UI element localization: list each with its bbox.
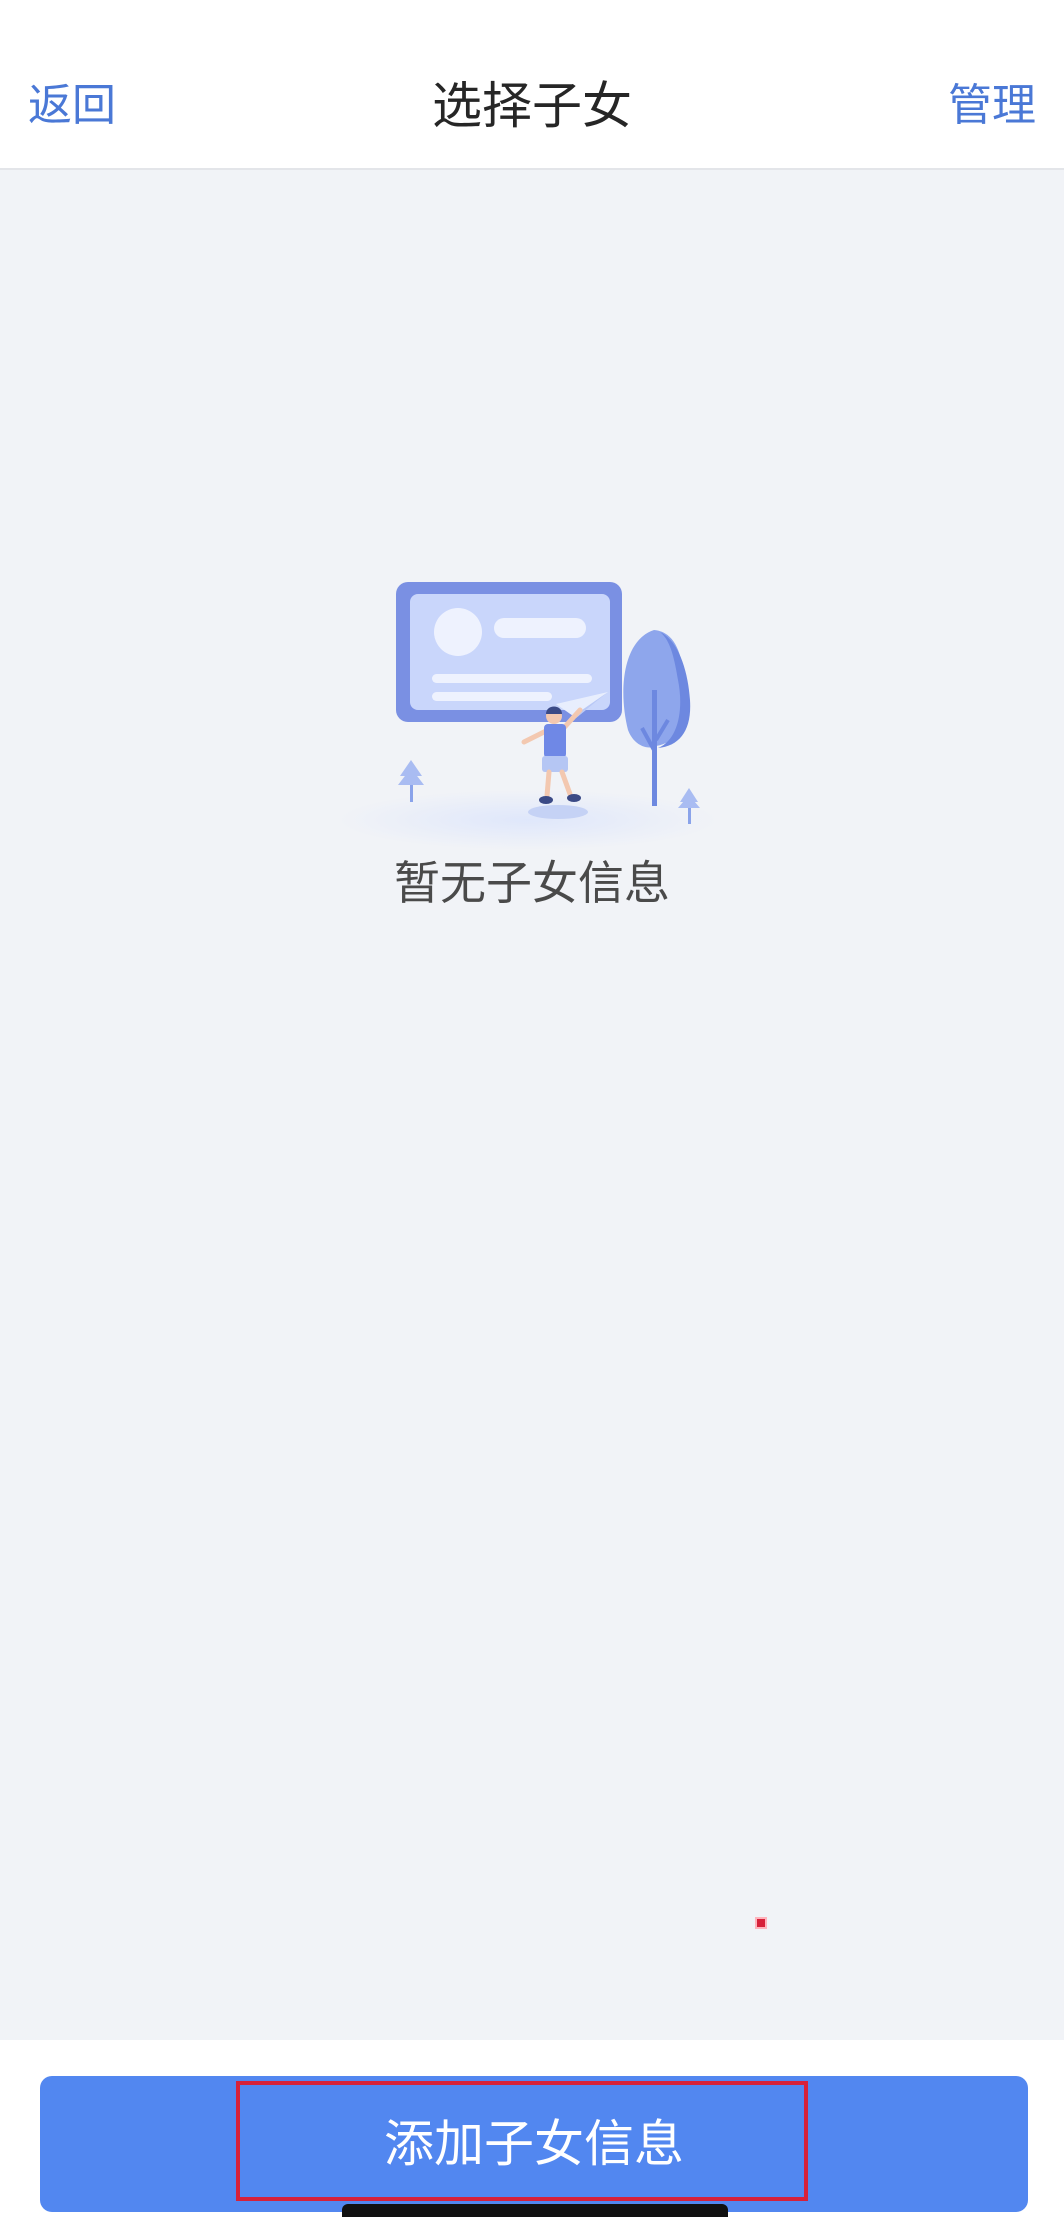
marker-dot xyxy=(755,1917,767,1929)
add-child-info-label: 添加子女信息 xyxy=(384,2115,684,2173)
manage-button[interactable]: 管理 xyxy=(948,74,1036,138)
navigation-bar: 返回 选择子女 管理 xyxy=(0,0,1064,170)
add-child-info-button[interactable]: 添加子女信息 xyxy=(40,2076,1028,2212)
page-title: 选择子女 xyxy=(432,77,632,135)
tree-icon xyxy=(623,630,691,806)
empty-state-illustration xyxy=(318,570,738,850)
empty-state-message: 暂无子女信息 xyxy=(394,856,670,910)
home-indicator xyxy=(342,2204,728,2217)
